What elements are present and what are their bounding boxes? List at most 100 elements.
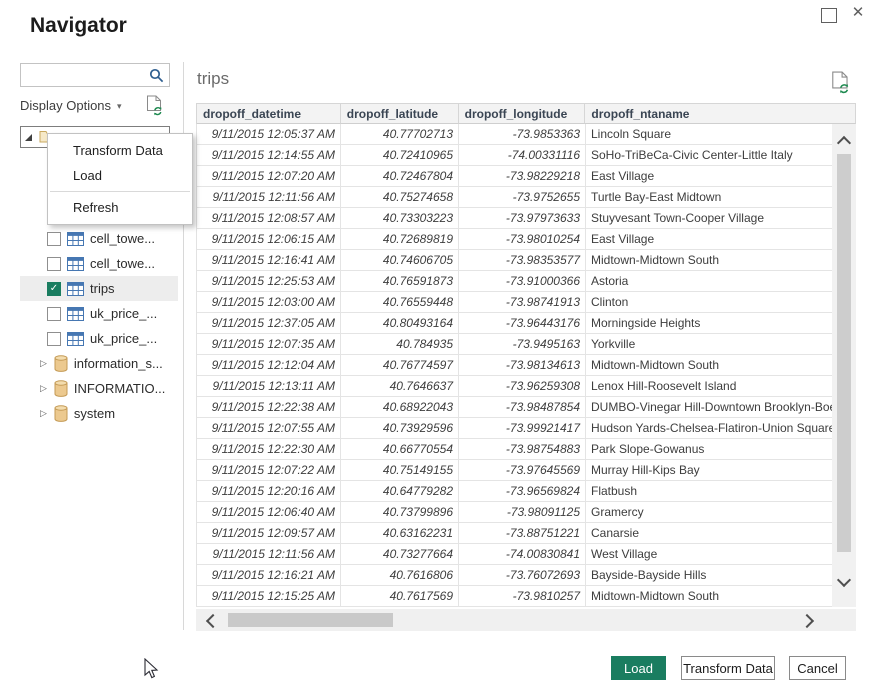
table-cell: -74.00331116 <box>459 145 586 165</box>
table-icon <box>67 232 84 246</box>
database-icon <box>54 405 68 422</box>
display-options-label: Display Options <box>20 98 111 113</box>
expanded-arrow-icon[interactable] <box>25 134 32 141</box>
column-header-dropoff_latitude: dropoff_latitude <box>341 103 459 124</box>
table-cell: SoHo-TriBeCa-Civic Center-Little Italy <box>586 145 833 165</box>
table-cell: 9/11/2015 12:06:40 AM <box>197 502 341 522</box>
table-row: 9/11/2015 12:25:53 AM40.76591873-73.9100… <box>197 271 856 292</box>
table-cell: 9/11/2015 12:07:35 AM <box>197 334 341 354</box>
search-input[interactable] <box>25 66 147 86</box>
table-row: 9/11/2015 12:16:41 AM40.74606705-73.9835… <box>197 250 856 271</box>
scroll-up-icon[interactable] <box>837 136 851 150</box>
refresh-preview-icon[interactable] <box>831 71 851 94</box>
checkbox[interactable] <box>47 332 61 346</box>
table-cell: 40.63162231 <box>341 523 459 543</box>
table-row: 9/11/2015 12:13:11 AM40.7646637-73.96259… <box>197 376 856 397</box>
table-cell: 9/11/2015 12:07:22 AM <box>197 460 341 480</box>
scroll-left-icon[interactable] <box>206 614 220 628</box>
vertical-scroll-thumb[interactable] <box>837 154 851 552</box>
table-row: 9/11/2015 12:22:38 AM40.68922043-73.9848… <box>197 397 856 418</box>
collapsed-chevron-icon[interactable]: ▷ <box>40 383 47 394</box>
tree-item-label: cell_towe... <box>90 231 155 246</box>
table-row: 9/11/2015 12:20:16 AM40.64779282-73.9656… <box>197 481 856 502</box>
table-cell: Clinton <box>586 292 833 312</box>
tree-item-cell-towe-[interactable]: cell_towe... <box>20 226 178 251</box>
transform-data-button[interactable]: Transform Data <box>681 656 775 680</box>
table-row: 9/11/2015 12:11:56 AM40.75274658-73.9752… <box>197 187 856 208</box>
table-row: 9/11/2015 12:08:57 AM40.73303223-73.9797… <box>197 208 856 229</box>
table-cell: -73.96569824 <box>459 481 586 501</box>
table-cell: -73.96443176 <box>459 313 586 333</box>
tree-item-label: uk_price_... <box>90 331 157 346</box>
menu-divider <box>50 191 190 192</box>
table-cell: Yorkville <box>586 334 833 354</box>
table-cell: 40.80493164 <box>341 313 459 333</box>
table-cell: 9/11/2015 12:06:15 AM <box>197 229 341 249</box>
collapsed-chevron-icon[interactable]: ▷ <box>40 408 47 419</box>
table-cell: -74.00830841 <box>459 544 586 564</box>
table-cell: 40.73799896 <box>341 502 459 522</box>
table-cell: East Village <box>586 166 833 186</box>
checkbox[interactable] <box>47 307 61 321</box>
table-cell: 40.7616806 <box>341 565 459 585</box>
tree-item-informatio-[interactable]: ▷INFORMATIO... <box>20 376 178 401</box>
table-cell: Park Slope-Gowanus <box>586 439 833 459</box>
table-cell: Astoria <box>586 271 833 291</box>
table-row: 9/11/2015 12:07:35 AM40.784935-73.949516… <box>197 334 856 355</box>
tree-item-uk-price-[interactable]: uk_price_... <box>20 301 178 326</box>
tree-item-trips[interactable]: ✓trips <box>20 276 178 301</box>
tree-item-uk-price-[interactable]: uk_price_... <box>20 326 178 351</box>
tree-item-label: information_s... <box>74 356 163 371</box>
table-cell: Gramercy <box>586 502 833 522</box>
table-cell: -73.97645569 <box>459 460 586 480</box>
table-row: 9/11/2015 12:03:00 AM40.76559448-73.9874… <box>197 292 856 313</box>
table-cell: -73.98134613 <box>459 355 586 375</box>
maximize-button[interactable] <box>821 8 837 23</box>
refresh-source-icon[interactable] <box>146 95 164 116</box>
data-preview-grid: dropoff_datetimedropoff_latitudedropoff_… <box>196 103 856 607</box>
table-cell: DUMBO-Vinegar Hill-Downtown Brooklyn-Boe… <box>586 397 833 417</box>
table-cell: Murray Hill-Kips Bay <box>586 460 833 480</box>
load-button[interactable]: Load <box>611 656 666 680</box>
scroll-right-icon[interactable] <box>800 614 814 628</box>
cancel-button[interactable]: Cancel <box>789 656 846 680</box>
table-cell: Flatbush <box>586 481 833 501</box>
table-cell: Hudson Yards-Chelsea-Flatiron-Union Squa… <box>586 418 833 438</box>
table-cell: 40.73303223 <box>341 208 459 228</box>
table-cell: 9/11/2015 12:07:20 AM <box>197 166 341 186</box>
horizontal-scrollbar[interactable] <box>196 609 856 631</box>
tree-item-label: uk_price_... <box>90 306 157 321</box>
checkbox[interactable]: ✓ <box>47 282 61 296</box>
checkbox[interactable] <box>47 232 61 246</box>
vertical-scrollbar[interactable] <box>832 124 856 607</box>
table-cell: 40.72689819 <box>341 229 459 249</box>
tree-item-information-s-[interactable]: ▷ information_s... <box>20 351 178 376</box>
checkbox[interactable] <box>47 257 61 271</box>
display-options-dropdown[interactable]: Display Options▾ <box>20 98 122 113</box>
menu-item-refresh[interactable]: Refresh <box>48 195 192 220</box>
context-menu: Transform DataLoad Refresh <box>47 133 193 225</box>
close-button[interactable]: ✕ <box>849 4 867 22</box>
menu-item-transform-data[interactable]: Transform Data <box>48 138 192 163</box>
table-cell: 40.76591873 <box>341 271 459 291</box>
table-icon <box>67 332 84 346</box>
tree-item-label: system <box>74 406 115 421</box>
table-cell: -73.9810257 <box>459 586 586 606</box>
collapsed-chevron-icon[interactable]: ▷ <box>40 358 47 369</box>
tree-item-cell-towe-[interactable]: cell_towe... <box>20 251 178 276</box>
table-row: 9/11/2015 12:05:37 AM40.77702713-73.9853… <box>197 124 856 145</box>
horizontal-scroll-thumb[interactable] <box>228 613 393 627</box>
database-icon <box>54 380 68 397</box>
tree-item-system[interactable]: ▷ system <box>20 401 178 426</box>
column-header-dropoff_datetime: dropoff_datetime <box>197 103 341 124</box>
search-box[interactable] <box>20 63 170 87</box>
menu-item-load[interactable]: Load <box>48 163 192 188</box>
table-cell: -73.98010254 <box>459 229 586 249</box>
table-cell: 40.73277664 <box>341 544 459 564</box>
table-cell: 40.7617569 <box>341 586 459 606</box>
table-cell: 40.76559448 <box>341 292 459 312</box>
search-icon[interactable] <box>149 68 164 83</box>
table-cell: Morningside Heights <box>586 313 833 333</box>
scroll-down-icon[interactable] <box>837 573 851 587</box>
table-cell: 40.74606705 <box>341 250 459 270</box>
